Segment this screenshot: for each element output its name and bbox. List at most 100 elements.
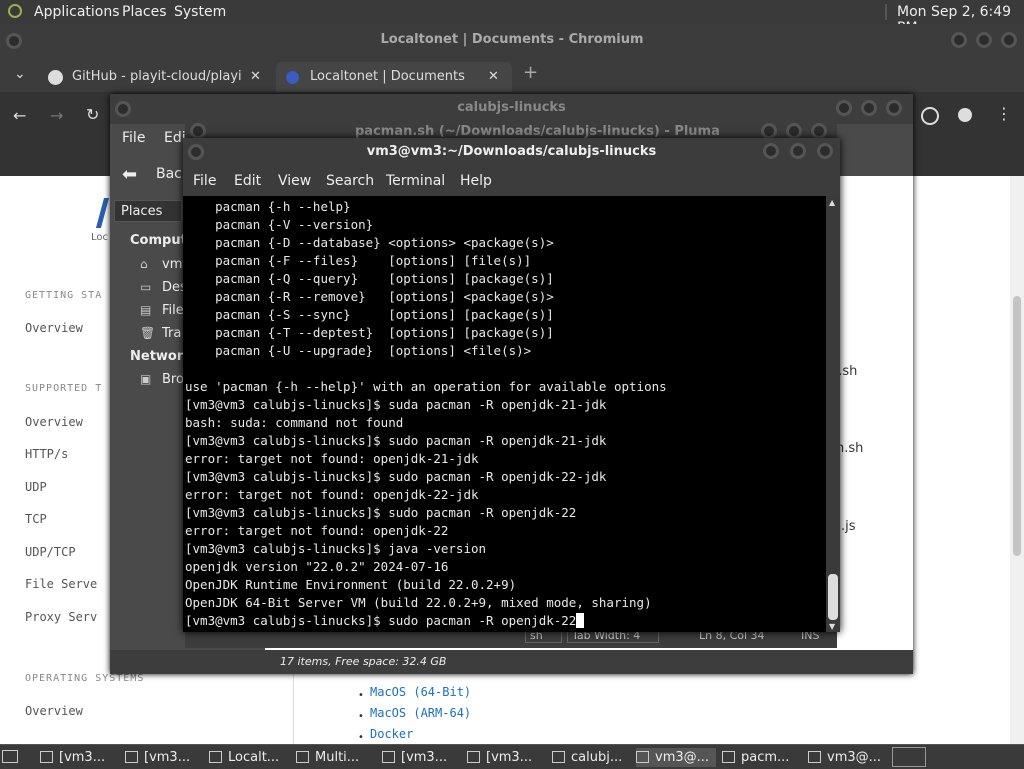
close-icon[interactable] [811,123,827,139]
sidebar-item-filesystem[interactable]: File [162,303,184,318]
taskbar-task[interactable]: [vm3... [467,748,547,767]
window-icon [125,751,138,763]
os-link-macos-arm[interactable]: MacOS (ARM-64) [370,706,471,720]
terminal-menu-view[interactable]: View [278,173,311,189]
window-icon [40,751,53,763]
window-menu-icon[interactable] [188,144,204,160]
window-icon [296,751,309,763]
nav-item-file-server[interactable]: File Serve [25,577,97,591]
chromium-tab-strip: ⌄ GitHub - playit-cloud/playit- ✕ Localt… [0,58,1024,92]
terminal-current-line: [vm3@vm3 calubjs-linucks]$ sudo pacman -… [185,613,585,628]
chromium-minimize-icon[interactable] [951,32,967,48]
places-dropdown[interactable]: Places [114,200,182,222]
tab-github-label: GitHub - playit-cloud/playit- [72,69,242,84]
places-menu[interactable]: Places [122,4,167,20]
menu-logo-icon[interactable] [8,4,22,18]
tab-close-icon[interactable]: ✕ [488,62,499,92]
panel-separator [885,4,887,20]
terminal-scrollbar-thumb[interactable] [828,574,838,620]
taskbar-task[interactable]: Localt... [209,748,289,767]
os-link-macos-64[interactable]: MacOS (64-Bit) [370,685,471,699]
terminal-line: bash: suda: command not found [185,415,404,430]
back-arrow-icon[interactable]: ← [13,106,26,125]
terminal-menu-terminal[interactable]: Terminal [386,173,445,189]
fm-menu-file[interactable]: File [122,130,145,146]
terminal-line: pacman {-D --database} <options> <packag… [215,235,554,250]
tab-search-chevron-down-icon[interactable]: ⌄ [14,66,26,82]
sidebar-item-trash[interactable]: Tra [162,326,181,341]
nav-item-https[interactable]: HTTP/s [25,447,68,461]
github-icon [48,70,63,85]
taskbar-task[interactable]: [vm3... [125,748,205,767]
maximize-icon[interactable] [786,123,802,139]
system-menu[interactable]: System [174,4,226,20]
taskbar-task[interactable]: Multi... [296,748,376,767]
scroll-up-icon[interactable]: ▲ [829,198,835,207]
taskbar-task[interactable]: vm3@... [636,748,716,767]
new-tab-icon[interactable]: + [523,62,538,83]
sidebar-item-home[interactable]: vm [162,257,182,272]
back-icon[interactable]: ⬅ [122,164,137,185]
reload-icon[interactable]: ↻ [86,105,99,124]
nav-item-overview[interactable]: Overview [25,321,83,335]
localtonet-favicon-icon [286,71,299,84]
nav-item-proxy-server[interactable]: Proxy Serv [25,610,97,624]
taskbar-task-label: pacm... [741,750,790,765]
profile-icon[interactable] [958,108,972,122]
window-menu-icon[interactable] [115,101,131,117]
taskbar-task[interactable]: [vm3... [40,748,120,767]
terminal-line: error: target not found: openjdk-22-jdk [185,487,479,502]
fm-status-text: 17 items, Free space: 32.4 GB [280,655,447,668]
taskbar-task[interactable]: pacm... [722,748,802,767]
taskbar-task[interactable]: vm3@... [808,748,888,767]
window-menu-icon[interactable] [6,33,22,49]
terminal-menu-edit[interactable]: Edit [234,173,261,189]
pluma-title: pacman.sh (~/Downloads/calubjs-linucks) … [355,124,720,139]
workspace-switcher[interactable] [892,747,926,767]
nav-item-udp[interactable]: UDP [25,480,47,494]
terminal-output[interactable]: pacman {-h --help} pacman {-V --version}… [183,196,826,632]
os-link-docker[interactable]: Docker [370,727,413,741]
home-icon: ⌂ [140,257,148,271]
taskbar-task-label: vm3@... [655,750,710,765]
minimize-icon[interactable] [763,143,779,159]
maximize-icon[interactable] [861,100,877,116]
taskbar-task[interactable]: calubj... [552,748,632,767]
minimize-icon[interactable] [761,123,777,139]
download-icon[interactable] [921,107,939,125]
forward-arrow-icon[interactable]: → [50,106,63,125]
terminal-menu-help[interactable]: Help [460,173,492,189]
applications-menu[interactable]: Applications [34,4,120,20]
desktop-icon: ▭ [140,280,152,294]
nav-item-udp-tcp[interactable]: UDP/TCP [25,545,76,559]
taskbar-task[interactable]: [vm3... [382,748,462,767]
close-icon[interactable] [886,100,902,116]
chromium-maximize-icon[interactable] [976,32,992,48]
page-scrollbar-thumb[interactable] [1013,296,1021,556]
nav-item-overview[interactable]: Overview [25,704,83,718]
tab-github[interactable]: GitHub - playit-cloud/playit- ✕ [40,62,272,92]
file-item[interactable]: n.sh [836,441,863,456]
sidebar-item-browse-network[interactable]: Bro [162,372,184,387]
chromium-close-icon[interactable] [1001,32,1017,48]
nav-item-overview[interactable]: Overview [25,415,83,429]
chromium-titlebar[interactable]: Localtonet | Documents - Chromium [0,24,1024,58]
terminal-window[interactable]: vm3@vm3:~/Downloads/calubjs-linucks File… [183,138,840,632]
scroll-down-icon[interactable]: ▼ [829,622,835,631]
terminal-scrollbar[interactable]: ▲ ▼ [826,196,840,632]
file-item[interactable]: .js [841,519,856,534]
show-desktop-icon[interactable] [2,750,18,763]
minimize-icon[interactable] [836,100,852,116]
terminal-titlebar[interactable]: vm3@vm3:~/Downloads/calubjs-linucks [183,138,840,166]
tab-localtonet[interactable]: Localtonet | Documents ✕ [276,62,512,92]
terminal-menu-search[interactable]: Search [326,173,374,189]
maximize-icon[interactable] [790,143,806,159]
nav-item-tcp[interactable]: TCP [25,512,47,526]
chromium-menu-icon[interactable]: ⋮ [996,104,1012,123]
window-icon [467,751,480,763]
close-icon[interactable] [817,143,833,159]
window-menu-icon[interactable] [190,123,206,139]
terminal-menu-file[interactable]: File [193,173,216,189]
terminal-line: pacman {-V --version} [215,217,374,232]
tab-close-icon[interactable]: ✕ [250,62,261,92]
